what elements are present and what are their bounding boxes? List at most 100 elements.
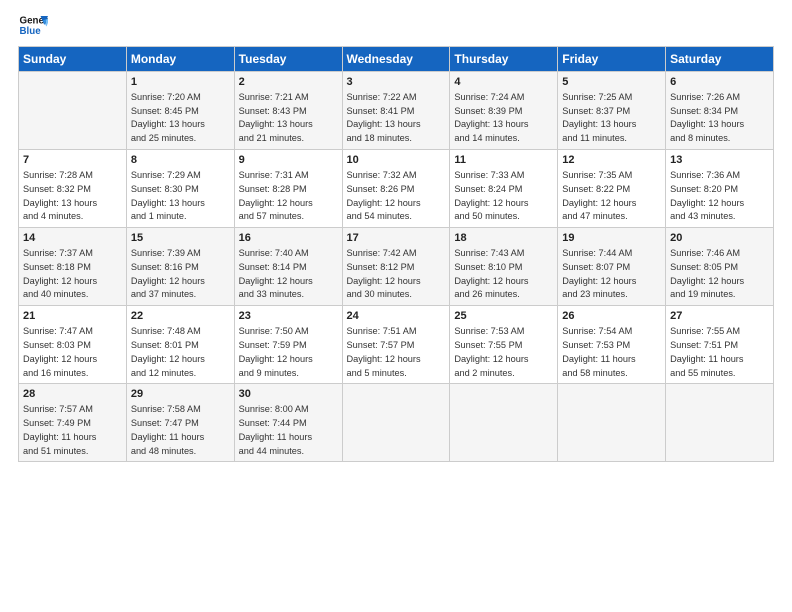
calendar-cell [19, 72, 127, 150]
day-number: 25 [454, 309, 553, 324]
day-number: 24 [347, 309, 446, 324]
day-info: Sunrise: 7:35 AMSunset: 8:22 PMDaylight:… [562, 170, 636, 221]
calendar-cell: 5Sunrise: 7:25 AMSunset: 8:37 PMDaylight… [558, 72, 666, 150]
page: General Blue Sunday Monday Tuesday Wedne… [0, 0, 792, 612]
calendar-cell: 25 Sunrise: 7:53 AMSunset: 7:55 PMDayligh… [450, 306, 558, 384]
day-info: Sunrise: 7:40 AMSunset: 8:14 PMDaylight:… [239, 248, 313, 299]
day-number: 16 [239, 231, 338, 246]
day-info: Sunrise: 7:47 AMSunset: 8:03 PMDaylight:… [23, 326, 97, 377]
day-number: 27 [670, 309, 769, 324]
day-info: Sunrise: 7:39 AMSunset: 8:16 PMDaylight:… [131, 248, 205, 299]
day-number: 1 [131, 75, 230, 90]
calendar-week-row: 1 Sunrise: 7:20 AMSunset: 8:45 PMDaylight… [19, 72, 774, 150]
calendar-cell: 15 Sunrise: 7:39 AMSunset: 8:16 PMDayligh… [126, 228, 234, 306]
day-info: Sunrise: 7:46 AMSunset: 8:05 PMDaylight:… [670, 248, 744, 299]
day-number: 2 [239, 75, 338, 90]
day-number: 8 [131, 153, 230, 168]
calendar-week-row: 21 Sunrise: 7:47 AMSunset: 8:03 PMDayligh… [19, 306, 774, 384]
calendar-cell: 20 Sunrise: 7:46 AMSunset: 8:05 PMDayligh… [666, 228, 774, 306]
calendar-cell: 9 Sunrise: 7:31 AMSunset: 8:28 PMDaylight… [234, 150, 342, 228]
day-info: Sunrise: 7:57 AMSunset: 7:49 PMDaylight:… [23, 404, 96, 455]
calendar-cell [558, 384, 666, 462]
day-info: Sunrise: 7:50 AMSunset: 7:59 PMDaylight:… [239, 326, 313, 377]
logo: General Blue [18, 10, 50, 40]
day-number: 14 [23, 231, 122, 246]
day-number: 7 [23, 153, 122, 168]
calendar-table: Sunday Monday Tuesday Wednesday Thursday… [18, 46, 774, 462]
calendar-cell: 12 Sunrise: 7:35 AMSunset: 8:22 PMDayligh… [558, 150, 666, 228]
col-sunday: Sunday [19, 47, 127, 72]
calendar-cell: 30 Sunrise: 8:00 AMSunset: 7:44 PMDayligh… [234, 384, 342, 462]
day-info: Sunrise: 7:29 AMSunset: 8:30 PMDaylight:… [131, 170, 205, 221]
calendar-cell: 29Sunrise: 7:58 AMSunset: 7:47 PMDayligh… [126, 384, 234, 462]
calendar-cell: 4Sunrise: 7:24 AMSunset: 8:39 PMDaylight… [450, 72, 558, 150]
day-number: 12 [562, 153, 661, 168]
calendar-week-row: 7 Sunrise: 7:28 AMSunset: 8:32 PMDaylight… [19, 150, 774, 228]
calendar-cell: 10Sunrise: 7:32 AMSunset: 8:26 PMDayligh… [342, 150, 450, 228]
day-info: Sunrise: 7:20 AMSunset: 8:45 PMDaylight:… [131, 92, 205, 143]
day-number: 6 [670, 75, 769, 90]
calendar-cell: 16 Sunrise: 7:40 AMSunset: 8:14 PMDayligh… [234, 228, 342, 306]
day-info: Sunrise: 7:32 AMSunset: 8:26 PMDaylight:… [347, 170, 421, 221]
day-number: 20 [670, 231, 769, 246]
calendar-cell: 6 Sunrise: 7:26 AMSunset: 8:34 PMDaylight… [666, 72, 774, 150]
calendar-cell: 1 Sunrise: 7:20 AMSunset: 8:45 PMDaylight… [126, 72, 234, 150]
day-number: 3 [347, 75, 446, 90]
calendar-cell: 22 Sunrise: 7:48 AMSunset: 8:01 PMDayligh… [126, 306, 234, 384]
calendar-cell: 19 Sunrise: 7:44 AMSunset: 8:07 PMDayligh… [558, 228, 666, 306]
calendar-cell: 27 Sunrise: 7:55 AMSunset: 7:51 PMDayligh… [666, 306, 774, 384]
day-info: Sunrise: 8:00 AMSunset: 7:44 PMDaylight:… [239, 404, 312, 455]
day-number: 19 [562, 231, 661, 246]
logo-icon: General Blue [18, 10, 48, 40]
day-number: 5 [562, 75, 661, 90]
day-number: 21 [23, 309, 122, 324]
calendar-cell [450, 384, 558, 462]
day-info: Sunrise: 7:28 AMSunset: 8:32 PMDaylight:… [23, 170, 97, 221]
calendar-cell: 2Sunrise: 7:21 AMSunset: 8:43 PMDaylight… [234, 72, 342, 150]
col-tuesday: Tuesday [234, 47, 342, 72]
day-number: 30 [239, 387, 338, 402]
calendar-cell: 26 Sunrise: 7:54 AMSunset: 7:53 PMDayligh… [558, 306, 666, 384]
day-number: 26 [562, 309, 661, 324]
col-saturday: Saturday [666, 47, 774, 72]
day-info: Sunrise: 7:42 AMSunset: 8:12 PMDaylight:… [347, 248, 421, 299]
calendar-week-row: 14Sunrise: 7:37 AMSunset: 8:18 PMDayligh… [19, 228, 774, 306]
calendar-cell: 8 Sunrise: 7:29 AMSunset: 8:30 PMDaylight… [126, 150, 234, 228]
header: General Blue [18, 10, 774, 40]
calendar-cell: 18Sunrise: 7:43 AMSunset: 8:10 PMDayligh… [450, 228, 558, 306]
day-info: Sunrise: 7:58 AMSunset: 7:47 PMDaylight:… [131, 404, 204, 455]
day-info: Sunrise: 7:53 AMSunset: 7:55 PMDaylight:… [454, 326, 528, 377]
day-info: Sunrise: 7:43 AMSunset: 8:10 PMDaylight:… [454, 248, 528, 299]
day-number: 17 [347, 231, 446, 246]
day-info: Sunrise: 7:22 AMSunset: 8:41 PMDaylight:… [347, 92, 421, 143]
calendar-cell [342, 384, 450, 462]
calendar-cell: 24 Sunrise: 7:51 AMSunset: 7:57 PMDayligh… [342, 306, 450, 384]
day-info: Sunrise: 7:48 AMSunset: 8:01 PMDaylight:… [131, 326, 205, 377]
day-number: 28 [23, 387, 122, 402]
calendar-cell: 3 Sunrise: 7:22 AMSunset: 8:41 PMDaylight… [342, 72, 450, 150]
day-info: Sunrise: 7:55 AMSunset: 7:51 PMDaylight:… [670, 326, 743, 377]
calendar-cell: 11Sunrise: 7:33 AMSunset: 8:24 PMDayligh… [450, 150, 558, 228]
calendar-week-row: 28 Sunrise: 7:57 AMSunset: 7:49 PMDayligh… [19, 384, 774, 462]
day-info: Sunrise: 7:54 AMSunset: 7:53 PMDaylight:… [562, 326, 635, 377]
col-wednesday: Wednesday [342, 47, 450, 72]
day-number: 22 [131, 309, 230, 324]
calendar-cell [666, 384, 774, 462]
day-info: Sunrise: 7:26 AMSunset: 8:34 PMDaylight:… [670, 92, 744, 143]
calendar-cell: 13 Sunrise: 7:36 AMSunset: 8:20 PMDayligh… [666, 150, 774, 228]
day-info: Sunrise: 7:44 AMSunset: 8:07 PMDaylight:… [562, 248, 636, 299]
day-info: Sunrise: 7:31 AMSunset: 8:28 PMDaylight:… [239, 170, 313, 221]
day-number: 13 [670, 153, 769, 168]
calendar-cell: 23 Sunrise: 7:50 AMSunset: 7:59 PMDayligh… [234, 306, 342, 384]
day-number: 23 [239, 309, 338, 324]
calendar-cell: 17 Sunrise: 7:42 AMSunset: 8:12 PMDayligh… [342, 228, 450, 306]
day-info: Sunrise: 7:51 AMSunset: 7:57 PMDaylight:… [347, 326, 421, 377]
calendar-header-row: Sunday Monday Tuesday Wednesday Thursday… [19, 47, 774, 72]
day-number: 11 [454, 153, 553, 168]
day-number: 15 [131, 231, 230, 246]
day-number: 4 [454, 75, 553, 90]
col-monday: Monday [126, 47, 234, 72]
day-info: Sunrise: 7:36 AMSunset: 8:20 PMDaylight:… [670, 170, 744, 221]
calendar-cell: 14Sunrise: 7:37 AMSunset: 8:18 PMDayligh… [19, 228, 127, 306]
day-number: 9 [239, 153, 338, 168]
